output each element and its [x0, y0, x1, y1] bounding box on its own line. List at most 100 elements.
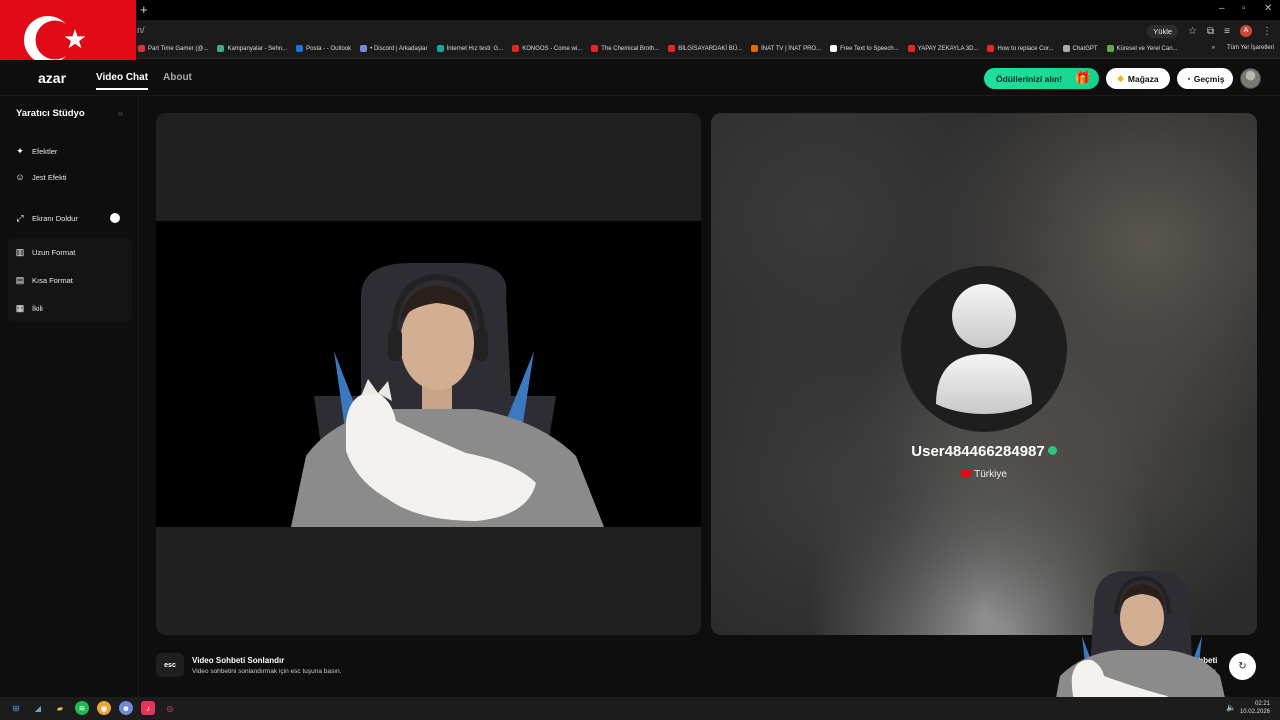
spotify-icon[interactable]: ≋ — [75, 701, 89, 715]
sidebar-item-label: Ekranı Doldur — [32, 213, 78, 223]
bookmark-item[interactable]: Part Time Gamer (@... — [138, 45, 208, 52]
all-bookmarks-button[interactable]: Tüm Yer İşaretleri — [1227, 45, 1274, 51]
user-avatar[interactable] — [1240, 68, 1261, 89]
sidebar-item-short-format[interactable]: ▤ Kısa Format — [8, 267, 132, 293]
clock-icon: ◔ — [1185, 73, 1191, 84]
bookmark-label: Kampanyalar - Sehn... — [227, 45, 288, 52]
partner-username-text: User484466284987 — [911, 443, 1045, 460]
bookmark-item[interactable]: Kampanyalar - Sehn... — [217, 45, 287, 52]
bookmark-item[interactable]: İnternet Hız testi: G... — [436, 45, 504, 52]
grid-icon: ▦ — [15, 302, 25, 313]
bookmark-label: İnternet Hız testi: G... — [446, 45, 504, 52]
next-chat-button[interactable]: ↻ — [1229, 653, 1256, 680]
local-video-feed — [156, 221, 701, 527]
bookmark-item[interactable]: Free Text to Speech... — [830, 45, 899, 52]
sidebar-item-label: Kısa Format — [32, 275, 73, 285]
maximize-button[interactable]: ▫ — [1242, 3, 1246, 14]
app-red-icon[interactable]: ◎ — [163, 701, 177, 715]
bookmark-favicon-icon — [138, 45, 145, 52]
clock-date: 10.02.2026 — [1239, 709, 1270, 715]
next-icon: ↻ — [1238, 661, 1247, 672]
sidebar-item-gesture[interactable]: ☺ Jest Efekti — [8, 164, 132, 190]
sidebar-item-effects[interactable]: ✦ Efektler — [8, 138, 132, 164]
bookmark-item[interactable]: İNAT TV | İNAT PRO... — [751, 45, 821, 52]
rewards-button[interactable]: Ödüllerinizi alın! 🎁 — [984, 68, 1099, 89]
install-button[interactable]: Yükle — [1147, 24, 1179, 38]
sidebar-item-label: Jest Efekti — [32, 172, 67, 182]
creator-studio-sidebar: Yaratıcı Stüdyo « ✦ Efektler ☺ Jest Efek… — [0, 97, 139, 697]
bookmark-label: • Discord | Arkadaşlar — [370, 45, 428, 52]
app-logo[interactable]: azar — [38, 70, 66, 86]
menu-dots-icon[interactable]: ⋮ — [1262, 26, 1272, 37]
media-icon[interactable]: ≡ — [1224, 26, 1230, 37]
bookmark-label: BİLGİSAYARDAKİ BÜ... — [678, 45, 743, 52]
bookmark-item[interactable]: • Discord | Arkadaşlar — [360, 45, 428, 52]
sidebar-item-fill-screen[interactable]: ⤢ Ekranı Doldur — [8, 205, 132, 231]
bookmark-item[interactable]: KONGOS - Come wi... — [512, 45, 582, 52]
windows-start-icon[interactable]: ⊞ — [9, 701, 23, 715]
bookmark-label: How to replace Cor... — [997, 45, 1054, 52]
profile-avatar[interactable]: A — [1240, 25, 1252, 37]
nav-video-chat[interactable]: Video Chat — [96, 72, 149, 90]
shop-button[interactable]: ◆ Mağaza — [1106, 68, 1170, 89]
esc-key-hint[interactable]: esc — [156, 653, 184, 677]
end-chat-description: Video sohbetini sonlandırmak için esc tu… — [192, 668, 342, 675]
end-chat-title: Video Sohbeti Sonlandır — [192, 656, 285, 665]
bookmark-favicon-icon — [512, 45, 520, 52]
bookmark-item[interactable]: The Chemical Broth... — [591, 45, 659, 52]
app-icon[interactable]: ◢ — [31, 701, 45, 715]
chrome-icon[interactable]: ◉ — [97, 701, 111, 715]
bookmark-item[interactable]: Küresel ve Yerel Can... — [1106, 45, 1178, 52]
toolbar-actions: Yükle ☆ ⧉ ≡ A ⋮ — [1147, 23, 1280, 39]
close-window-button[interactable]: ✕ — [1264, 3, 1272, 14]
sidebar-item-label: İkili — [32, 303, 43, 313]
discord-icon[interactable]: ☻ — [119, 701, 133, 715]
browser-tab-bar: + – ▫ ✕ — [0, 0, 1280, 20]
collapse-sidebar-icon[interactable]: « — [118, 108, 123, 118]
bookmark-favicon-icon — [360, 45, 368, 52]
volume-icon[interactable]: 🔈 — [1226, 703, 1236, 712]
fill-screen-toggle[interactable] — [110, 213, 120, 223]
rewards-label: Ödüllerinizi alın! — [996, 73, 1063, 84]
sidebar-item-long-format[interactable]: ▥ Uzun Format — [8, 239, 132, 265]
bookmark-favicon-icon — [1106, 45, 1114, 52]
bookmark-item[interactable]: Posta - - Outlook — [296, 45, 351, 52]
history-button[interactable]: ◔ Geçmiş — [1177, 68, 1233, 89]
bookmark-label: Free Text to Speech... — [840, 45, 899, 52]
user-placeholder-avatar — [901, 266, 1067, 432]
file-explorer-icon[interactable]: ▰ — [53, 701, 67, 715]
bookmark-list: Part Time Gamer (@... Kampanyalar - Sehn.… — [138, 45, 1178, 52]
sidebar-item-dual[interactable]: ▦ İkili — [8, 295, 132, 321]
minimize-button[interactable]: – — [1219, 3, 1225, 14]
bookmark-label: KONGOS - Come wi... — [522, 45, 583, 52]
bookmark-item[interactable]: YAPAY ZEKAYLA 3D... — [907, 45, 979, 52]
sidebar-item-label: Uzun Format — [32, 247, 76, 257]
new-tab-button[interactable]: + — [140, 2, 148, 17]
bookmark-item[interactable]: How to replace Cor... — [987, 45, 1054, 52]
bookmark-favicon-icon — [830, 45, 838, 52]
tiktok-icon[interactable]: ♪ — [141, 701, 155, 715]
windows-taskbar: ⊞ ◢ ▰ ≋ ◉ ☻ ♪ ◎ 🔈 02:21 10.02.2026 — [0, 697, 1280, 720]
system-clock[interactable]: 02:21 10.02.2026 — [1240, 700, 1270, 716]
verified-badge-icon — [1047, 446, 1057, 455]
url-text[interactable]: n/ — [137, 25, 145, 35]
bookmarks-more-button[interactable]: » — [1212, 45, 1215, 51]
bookmark-item[interactable]: BİLGİSAYARDAKİ BÜ... — [668, 45, 742, 52]
person-with-cat-image — [291, 263, 604, 527]
gift-icon: 🎁 — [1074, 70, 1091, 85]
extensions-icon[interactable]: ⧉ — [1207, 26, 1214, 37]
bookmark-label: YAPAY ZEKAYLA 3D... — [917, 45, 979, 52]
rows-icon: ▤ — [15, 274, 25, 285]
address-bar[interactable]: n/ Yükle ☆ ⧉ ≡ A ⋮ — [0, 20, 1280, 42]
magic-wand-icon: ✦ — [16, 145, 24, 156]
history-label: Geçmiş — [1193, 73, 1225, 84]
bookmark-favicon-icon — [668, 45, 676, 52]
user-silhouette-icon — [936, 284, 1032, 414]
bookmark-favicon-icon — [217, 45, 225, 52]
bookmark-item[interactable]: ChatGPT — [1062, 45, 1098, 52]
nav-about[interactable]: About — [163, 72, 192, 83]
star-icon[interactable]: ☆ — [1188, 26, 1197, 37]
bookmark-favicon-icon — [907, 45, 915, 52]
partner-country: Türkiye — [711, 469, 1257, 480]
local-video-panel — [156, 113, 701, 635]
